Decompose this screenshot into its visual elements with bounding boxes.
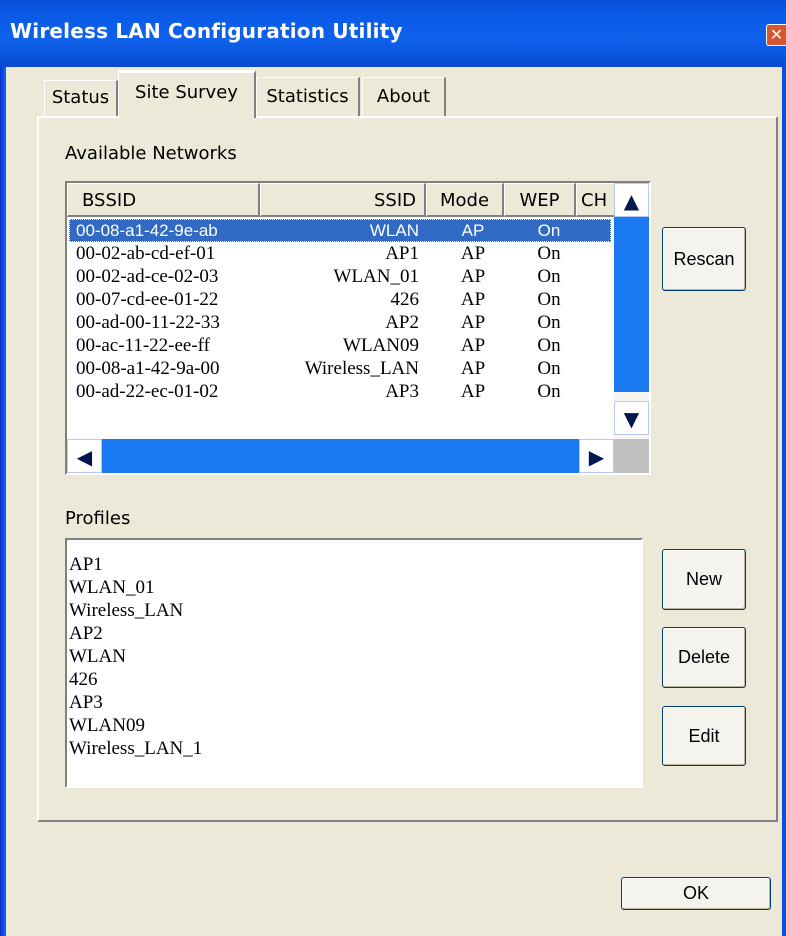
profile-item[interactable]: AP1 <box>69 553 103 576</box>
vertical-scrollbar[interactable]: ▲ ▼ <box>614 183 649 439</box>
network-ssid: Wireless_LAN <box>304 358 419 379</box>
horizontal-scrollbar[interactable]: ◀ ▶ <box>67 439 614 473</box>
network-ssid: AP2 <box>385 312 419 333</box>
delete-profile-button[interactable]: Delete <box>662 627 746 688</box>
window-frame-right <box>782 67 786 936</box>
network-ssid: 426 <box>390 289 420 310</box>
scroll-up-icon[interactable]: ▲ <box>614 183 649 217</box>
networks-list[interactable]: BSSID SSID Mode WEP CH 00-08-a1-42-9e-ab… <box>65 181 651 475</box>
column-header-ssid[interactable]: SSID <box>260 183 426 217</box>
network-bssid: 00-ac-11-22-ee-ff <box>76 335 210 356</box>
network-row[interactable]: 00-ad-22-ec-01-02 AP3 AP On <box>69 380 611 403</box>
network-wep: On <box>537 221 561 240</box>
network-bssid: 00-08-a1-42-9a-00 <box>76 358 220 379</box>
column-header-ch[interactable]: CH <box>576 183 616 217</box>
profile-item[interactable]: Wireless_LAN_1 <box>69 737 202 760</box>
network-bssid: 00-ad-22-ec-01-02 <box>76 381 219 402</box>
network-mode: AP <box>461 221 485 240</box>
scroll-down-icon[interactable]: ▼ <box>614 401 649 435</box>
column-header-wep[interactable]: WEP <box>504 183 576 217</box>
network-wep: On <box>537 358 561 379</box>
network-wep: On <box>537 381 561 402</box>
title-bar: Wireless LAN Configuration Utility ✕ <box>0 0 786 67</box>
network-ssid: AP3 <box>385 381 419 402</box>
profiles-list[interactable]: AP1 WLAN_01 Wireless_LAN AP2 WLAN 426 AP3 WLAN0… <box>65 538 643 788</box>
network-wep: On <box>537 335 561 356</box>
network-mode: AP <box>460 243 486 264</box>
network-bssid: 00-07-cd-ee-01-22 <box>76 289 219 310</box>
scroll-left-icon[interactable]: ◀ <box>67 439 102 473</box>
network-row[interactable]: 00-02-ab-cd-ef-01 AP1 AP On <box>69 242 611 265</box>
network-mode: AP <box>460 335 486 356</box>
network-mode: AP <box>460 381 486 402</box>
network-row[interactable]: 00-ad-00-11-22-33 AP2 AP On <box>69 311 611 334</box>
profile-item[interactable]: 426 <box>69 668 98 691</box>
profile-item[interactable]: WLAN <box>69 645 126 668</box>
edit-profile-button[interactable]: Edit <box>662 706 746 766</box>
network-row[interactable]: 00-02-ad-ce-02-03 WLAN_01 AP On <box>69 265 611 288</box>
profiles-label: Profiles <box>65 508 131 529</box>
network-wep: On <box>537 243 561 264</box>
network-ssid: WLAN_01 <box>333 266 419 287</box>
tab-site-survey[interactable]: Site Survey <box>118 70 256 118</box>
network-ssid: AP1 <box>385 243 419 264</box>
profile-item[interactable]: AP2 <box>69 622 103 645</box>
network-row[interactable]: 00-ac-11-22-ee-ff WLAN09 AP On <box>69 334 611 357</box>
tab-about[interactable]: About <box>362 77 446 116</box>
profile-item[interactable]: Wireless_LAN <box>69 599 183 622</box>
network-wep: On <box>537 312 561 333</box>
network-row[interactable]: 00-07-cd-ee-01-22 426 AP On <box>69 288 611 311</box>
scrollbar-corner <box>614 439 649 473</box>
profile-item[interactable]: AP3 <box>69 691 103 714</box>
vertical-scroll-thumb[interactable] <box>614 217 649 392</box>
network-bssid: 00-08-a1-42-9e-ab <box>76 221 218 240</box>
network-bssid: 00-02-ab-cd-ef-01 <box>76 243 216 264</box>
column-header-mode[interactable]: Mode <box>426 183 504 217</box>
network-mode: AP <box>460 358 486 379</box>
profile-item[interactable]: WLAN_01 <box>69 576 154 599</box>
close-icon[interactable]: ✕ <box>766 24 786 46</box>
profile-item[interactable]: WLAN09 <box>69 714 145 737</box>
rescan-button[interactable]: Rescan <box>662 227 746 291</box>
network-row[interactable]: 00-08-a1-42-9e-ab WLAN AP On <box>69 219 611 242</box>
network-bssid: 00-02-ad-ce-02-03 <box>76 266 219 287</box>
ok-button[interactable]: OK <box>621 877 771 910</box>
network-wep: On <box>537 289 561 310</box>
new-profile-button[interactable]: New <box>662 549 746 610</box>
window-title: Wireless LAN Configuration Utility <box>10 19 403 43</box>
network-bssid: 00-ad-00-11-22-33 <box>76 312 220 333</box>
network-mode: AP <box>460 266 486 287</box>
column-header-bssid[interactable]: BSSID <box>67 183 260 217</box>
network-wep: On <box>537 266 561 287</box>
window-frame-left <box>0 67 6 936</box>
available-networks-label: Available Networks <box>65 143 237 164</box>
tab-statistics[interactable]: Statistics <box>256 77 360 116</box>
network-mode: AP <box>460 312 486 333</box>
network-ssid: WLAN09 <box>343 335 419 356</box>
network-mode: AP <box>460 289 486 310</box>
tab-status[interactable]: Status <box>44 80 118 116</box>
network-ssid: WLAN <box>369 221 419 240</box>
network-row[interactable]: 00-08-a1-42-9a-00 Wireless_LAN AP On <box>69 357 611 380</box>
scroll-right-icon[interactable]: ▶ <box>579 439 614 473</box>
